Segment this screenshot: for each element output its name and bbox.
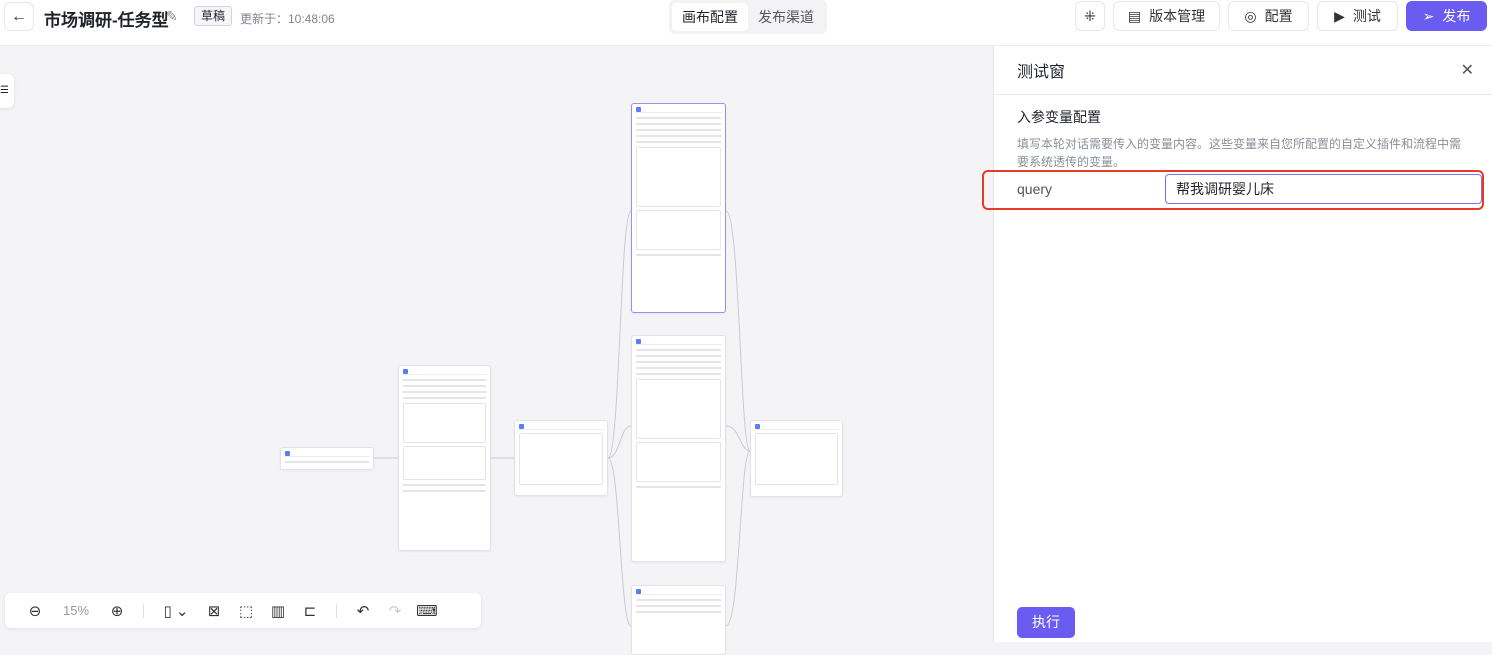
keyboard-icon[interactable]: ⌨ [411, 602, 443, 620]
pencil-icon[interactable]: ✎ [166, 8, 178, 25]
select-area-icon[interactable]: ⬚ [230, 602, 262, 620]
status-badge: 草稿 [194, 6, 233, 26]
play-icon: ▶ [1334, 7, 1345, 24]
workflow-node-llm-branch-2[interactable] [631, 335, 726, 562]
variable-name: query [1017, 181, 1053, 197]
zoom-level: 15% [62, 603, 90, 618]
compress-icon: ⁜ [1084, 7, 1096, 24]
connector-icon[interactable]: ⊏ [294, 602, 326, 620]
workflow-node-llm[interactable] [398, 365, 491, 551]
section-title: 入参变量配置 [1017, 109, 1101, 125]
version-icon: ▤ [1127, 7, 1142, 24]
divider [336, 603, 337, 618]
canvas-toolbar: ⊖ 15% ⊕ ▯ ⌄ ⊠ ⬚ ▥ ⊏ ↶ ↷ ⌨ [5, 593, 481, 628]
collapse-button[interactable]: ⁜ [1075, 1, 1105, 31]
workflow-canvas[interactable]: ☰ [0, 46, 993, 655]
header: ← 市场调研-任务型 ✎ 草稿 更新于：10:48:06 画布配置 发布渠道 ⁜… [0, 0, 1492, 46]
section-description: 填写本轮对话需要传入的变量内容。这些变量来自您所配置的自定义插件和流程中需要系统… [1017, 137, 1462, 169]
config-button[interactable]: ◎ 配置 [1228, 1, 1309, 31]
gear-icon: ◎ [1244, 7, 1257, 24]
arrow-left-icon: ← [11, 7, 27, 25]
variable-value-input[interactable]: 帮我调研婴儿床 [1165, 174, 1482, 204]
tab-group: 画布配置 发布渠道 [669, 0, 827, 34]
workflow-node-start[interactable] [280, 447, 374, 470]
variable-row: query 帮我调研婴儿床 [982, 170, 1492, 210]
page-title: 市场调研-任务型 [44, 11, 169, 30]
divider [143, 603, 144, 618]
zoom-out-icon[interactable]: ⊖ [19, 602, 51, 620]
test-panel: 测试窗 ✕ 入参变量配置 填写本轮对话需要传入的变量内容。这些变量来自您所配置的自… [982, 46, 1492, 642]
workflow-node-end[interactable] [750, 420, 843, 497]
send-icon: ➢ [1422, 7, 1435, 24]
back-button[interactable]: ← [4, 2, 34, 31]
updated-time: 更新于：10:48:06 [240, 12, 335, 26]
sidebar-toggle[interactable]: ☰ [0, 74, 14, 108]
workflow-node-llm-branch-1[interactable] [631, 103, 726, 313]
redo-icon[interactable]: ↷ [379, 602, 411, 620]
version-management-button[interactable]: ▤ 版本管理 [1113, 1, 1220, 31]
workflow-node-intent[interactable] [514, 420, 608, 496]
undo-icon[interactable]: ↶ [347, 602, 379, 620]
workflow-node-llm-branch-3[interactable] [631, 585, 726, 655]
mouse-mode-icon[interactable]: ▯ ⌄ [154, 602, 198, 620]
zoom-in-icon[interactable]: ⊕ [101, 602, 133, 620]
tab-canvas-config[interactable]: 画布配置 [672, 3, 748, 31]
auto-layout-icon[interactable]: ▥ [262, 602, 294, 620]
tab-publish-channel[interactable]: 发布渠道 [748, 3, 824, 31]
run-button[interactable]: 执行 [1017, 607, 1075, 638]
test-button[interactable]: ▶ 测试 [1317, 1, 1398, 31]
panel-title: 测试窗 [1017, 64, 1066, 81]
close-icon[interactable]: ✕ [1461, 60, 1474, 80]
fit-view-icon[interactable]: ⊠ [198, 602, 230, 620]
publish-button[interactable]: ➢ 发布 [1406, 1, 1487, 31]
edges [374, 210, 751, 627]
